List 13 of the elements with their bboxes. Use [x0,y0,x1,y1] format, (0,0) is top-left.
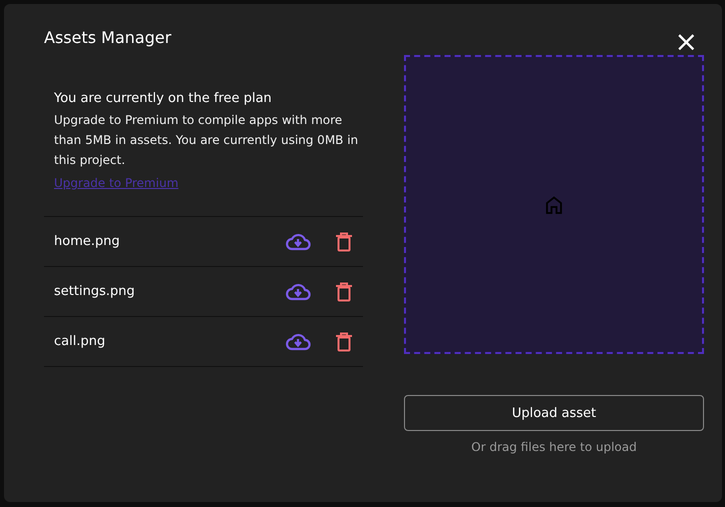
close-button[interactable]: × [674,30,698,54]
plan-description: Upgrade to Premium to compile apps with more than 5MB in assets. You are currently using 0MB in this project. [54,112,360,169]
house-icon [545,196,563,214]
trash-icon[interactable] [335,282,353,302]
plan-heading: You are currently on the free plan [54,91,273,106]
asset-name: call.png [54,334,106,349]
asset-name: settings.png [54,284,136,299]
trash-icon[interactable] [335,332,353,352]
dialog-title: Assets Manager [44,28,172,47]
asset-name: home.png [54,234,121,249]
trash-icon[interactable] [335,232,353,252]
upload-button[interactable]: Upload asset [404,395,704,431]
upload-hint: Or drag files here to upload [470,440,638,454]
